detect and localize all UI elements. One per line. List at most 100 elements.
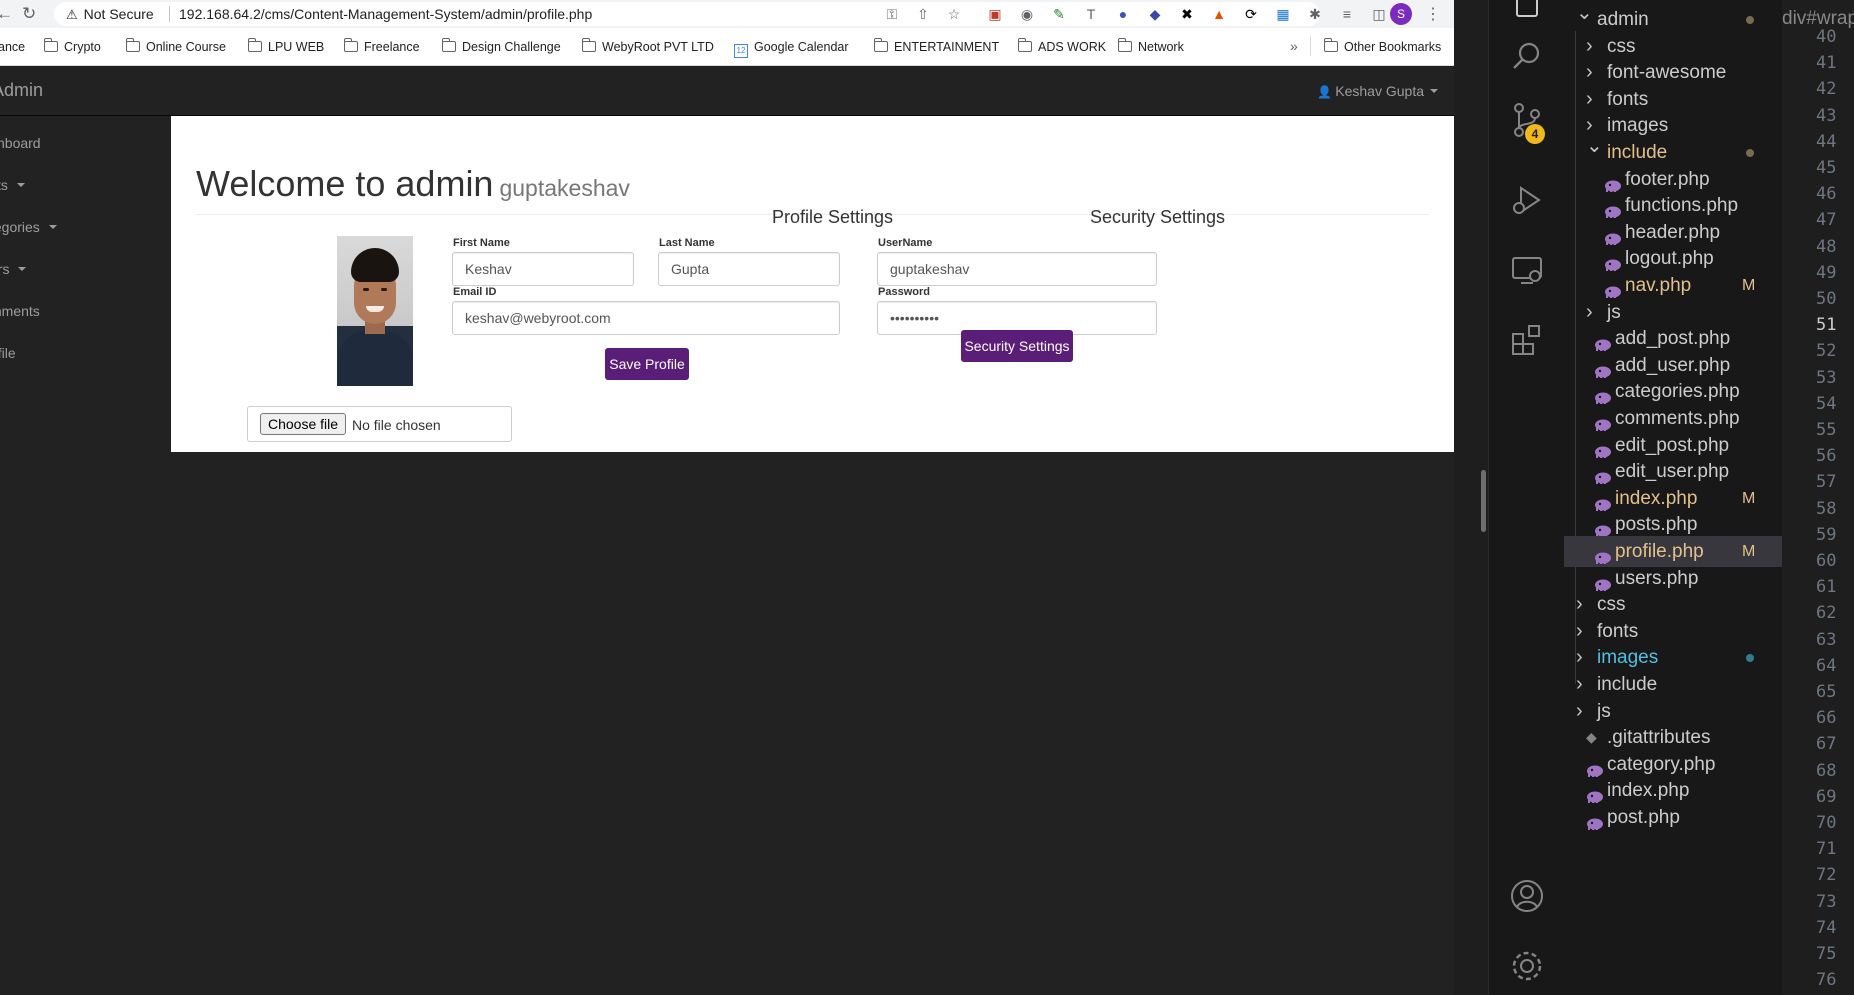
- php-elephant-icon: [1586, 810, 1604, 830]
- star-icon[interactable]: ☆: [945, 5, 963, 23]
- php-elephant-icon: [1604, 225, 1622, 245]
- bookmark-folder[interactable]: ADS WORK: [1017, 38, 1106, 55]
- bookmark-folder-other[interactable]: Other Bookmarks: [1323, 38, 1441, 55]
- eyedropper-icon[interactable]: ✎: [1050, 5, 1068, 23]
- php-elephant-icon: [1594, 491, 1612, 511]
- url-separator: [169, 6, 170, 22]
- camera-icon[interactable]: ◉: [1018, 5, 1036, 23]
- bookmark-folder[interactable]: Crypto: [43, 38, 101, 55]
- user-icon: 👤: [1317, 85, 1333, 99]
- caret-down-icon: [48, 225, 57, 229]
- tree-item-label: post.php: [1607, 807, 1680, 828]
- user-dropdown[interactable]: 👤 Keshav Gupta: [1317, 82, 1438, 101]
- email-field[interactable]: keshav@webyroot.com: [452, 301, 840, 335]
- bookmark-folder[interactable]: Online Course: [125, 38, 226, 55]
- extensions-icon[interactable]: [1507, 318, 1547, 358]
- back-arrow-icon[interactable]: ←: [0, 4, 13, 24]
- caret-down-icon: [18, 267, 27, 271]
- metamask-icon[interactable]: ▲: [1210, 5, 1228, 23]
- choose-file-button[interactable]: Choose file: [260, 413, 347, 435]
- sidebar-item-posts[interactable]: sts: [0, 176, 25, 194]
- page-title: Welcome to admin guptakeshav: [196, 163, 630, 204]
- remote-explorer-icon[interactable]: [1507, 250, 1547, 290]
- extension-icon[interactable]: ▦: [1274, 5, 1292, 23]
- more-bookmarks-icon[interactable]: »: [1290, 38, 1298, 54]
- php-elephant-icon: [1604, 172, 1622, 192]
- security-indicator[interactable]: ⚠ Not Secure: [66, 5, 154, 24]
- bookmark-item[interactable]: ance: [0, 39, 25, 55]
- profile-avatar[interactable]: S: [1390, 3, 1412, 25]
- last-name-field[interactable]: Gupta: [658, 252, 840, 286]
- bookmark-folder[interactable]: Freelance: [343, 38, 420, 55]
- line-number: 59: [1816, 524, 1837, 545]
- line-number: 57: [1816, 472, 1837, 493]
- settings-gear-icon[interactable]: [1507, 946, 1547, 986]
- extension-icon[interactable]: ◆: [1146, 5, 1164, 23]
- page-subtitle: guptakeshav: [499, 175, 630, 201]
- extension-icon[interactable]: ⟳: [1242, 5, 1260, 23]
- puzzle-icon[interactable]: ✱: [1306, 5, 1324, 23]
- php-elephant-icon: [1604, 251, 1622, 272]
- url-text[interactable]: 192.168.64.2/cms/Content-Management-Syst…: [179, 5, 592, 23]
- tree-file[interactable]: post.php: [1564, 802, 1782, 833]
- run-debug-icon[interactable]: [1507, 180, 1547, 220]
- line-number: 76: [1816, 970, 1837, 991]
- bookmark-folder[interactable]: Design Challenge: [441, 38, 561, 55]
- save-profile-button[interactable]: Save Profile: [605, 348, 689, 380]
- sidebar-item-dashboard[interactable]: shboard: [0, 134, 41, 152]
- sidebar-item-comments[interactable]: mments: [0, 302, 40, 320]
- key-icon[interactable]: ⚿: [883, 5, 901, 23]
- bookmark-folder[interactable]: LPU WEB: [247, 38, 324, 55]
- cms-navbar: Admin 👤Keshav Gupta: [0, 66, 1454, 116]
- scrollbar-thumb[interactable]: [1481, 470, 1486, 532]
- sidebar-item-users[interactable]: ers: [0, 260, 27, 278]
- folder-icon: [441, 38, 456, 52]
- extension-icon[interactable]: ●: [1114, 5, 1132, 23]
- reading-list-icon[interactable]: ≡: [1338, 5, 1356, 23]
- chevron-down-icon: ⌄: [1586, 135, 1603, 157]
- menu-icon[interactable]: ⋮: [1425, 4, 1441, 24]
- bookmark-folder[interactable]: WebyRoot PVT LTD: [581, 38, 714, 55]
- text-icon[interactable]: T: [1082, 5, 1100, 23]
- extension-icon[interactable]: ✖: [1178, 5, 1196, 23]
- line-number: 71: [1816, 839, 1837, 860]
- php-elephant-icon: [1586, 757, 1604, 777]
- bookmark-calendar[interactable]: 12 Google Calendar: [734, 39, 849, 58]
- search-icon[interactable]: [1507, 36, 1547, 76]
- account-icon[interactable]: [1507, 876, 1547, 916]
- first-name-field[interactable]: Keshav: [452, 252, 634, 286]
- file-status-text: No file chosen: [352, 417, 441, 433]
- reload-icon[interactable]: ↻: [22, 4, 36, 24]
- php-elephant-icon: [1594, 571, 1612, 591]
- vscode-explorer: ⌄ admin › css › font-awesome › fonts › images ⌄ inc…: [1564, 0, 1782, 995]
- vscode-activity-bar: 4: [1488, 0, 1564, 995]
- line-number: 75: [1816, 944, 1837, 964]
- profile-settings-heading: Profile Settings: [772, 207, 894, 227]
- folder-icon: [1017, 38, 1032, 52]
- php-elephant-icon: [1586, 783, 1604, 804]
- source-control-button[interactable]: 4: [1489, 100, 1565, 150]
- folder-icon: [125, 38, 140, 52]
- folder-icon: [581, 38, 596, 52]
- bookmark-folder[interactable]: Network: [1117, 38, 1184, 55]
- sidebar-item-categories[interactable]: tegories: [0, 218, 57, 236]
- folder-icon: [343, 38, 358, 52]
- explorer-icon[interactable]: [1507, 0, 1547, 24]
- line-number: 42: [1816, 79, 1837, 100]
- side-panel-icon[interactable]: ◫: [1370, 5, 1388, 23]
- line-number: 52: [1816, 341, 1837, 362]
- line-number: 73: [1816, 891, 1837, 912]
- security-settings-button[interactable]: Security Settings: [961, 330, 1073, 362]
- sidebar-item-profile[interactable]: ofile: [0, 344, 16, 362]
- username-field[interactable]: guptakeshav: [877, 252, 1157, 286]
- first-name-label: First Name: [453, 237, 510, 249]
- bookmark-folder[interactable]: ENTERTAINMENT: [873, 38, 999, 55]
- php-elephant-icon: [1594, 438, 1612, 458]
- profile-photo-file-input[interactable]: Choose file No file chosen: [247, 406, 512, 442]
- line-number: 48: [1816, 236, 1837, 257]
- share-icon[interactable]: ⇧: [914, 5, 932, 23]
- git-icon: ◆: [1586, 729, 1597, 746]
- caret-down-icon: [1430, 89, 1438, 93]
- navbar-brand[interactable]: Admin: [0, 79, 43, 101]
- extension-icon[interactable]: ▣: [986, 5, 1004, 23]
